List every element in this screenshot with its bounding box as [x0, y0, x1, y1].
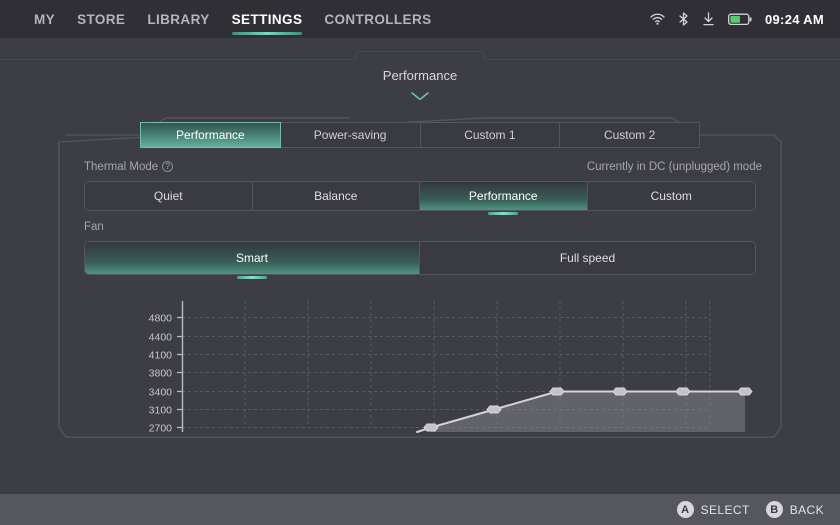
panel-content: Thermal Mode? Currently in DC (unplugged… — [56, 117, 784, 444]
thermal-mode-label: Thermal Mode? — [84, 161, 174, 173]
selected-indicator — [488, 212, 519, 215]
fan-curve-chart[interactable]: 4800 4400 4100 3800 3400 3100 2700 — [76, 295, 776, 440]
bluetooth-icon — [678, 12, 689, 26]
thermal-mode-label-text: Thermal Mode — [84, 161, 159, 173]
nav-active-underline — [231, 32, 303, 35]
settings-panel: Thermal Mode? Currently in DC (unplugged… — [56, 117, 784, 444]
chart-point — [675, 387, 691, 396]
tab-custom-1[interactable]: Custom 1 — [420, 122, 561, 148]
option-label: Full speed — [559, 251, 616, 265]
hint-label: BACK — [789, 502, 824, 517]
option-label: Smart — [235, 251, 268, 265]
y-tick-label: 3800 — [149, 368, 173, 380]
help-circle-icon[interactable]: ? — [162, 161, 174, 172]
fan-label: Fan — [84, 221, 104, 233]
button-a-icon: A — [676, 501, 694, 518]
y-tick-label: 4800 — [149, 313, 173, 325]
y-tick-label: 3100 — [149, 405, 173, 417]
status-tray: 09:24 AM — [650, 12, 824, 27]
hint-select[interactable]: A SELECT — [676, 501, 750, 518]
nav-item-controllers[interactable]: CONTROLLERS — [324, 0, 431, 38]
nav-item-label: STORE — [77, 11, 126, 27]
chart-point — [612, 387, 628, 396]
chart-point — [549, 387, 565, 396]
page-title: Performance — [382, 68, 458, 83]
wifi-icon — [650, 13, 665, 25]
nav-item-my[interactable]: MY — [34, 0, 55, 38]
y-tick-label: 3400 — [149, 387, 173, 399]
tab-label: Performance — [176, 128, 245, 142]
chart-point — [486, 405, 502, 414]
page-header: Performance — [0, 38, 840, 101]
y-tick-label: 2700 — [149, 423, 173, 435]
fan-option-full-speed[interactable]: Full speed — [420, 242, 755, 274]
option-label: Performance — [468, 189, 538, 203]
selected-indicator — [237, 276, 267, 279]
header-tab-shape — [355, 51, 485, 60]
fan-mode-selector: Smart Full speed — [84, 241, 756, 279]
y-tick-label: 4400 — [149, 332, 173, 344]
option-label: Quiet — [153, 189, 183, 203]
chart-y-tick-labels: 4800 4400 4100 3800 3400 3100 2700 — [149, 313, 173, 435]
thermal-option-performance[interactable]: Performance — [420, 182, 588, 215]
tab-power-saving[interactable]: Power-saving — [280, 122, 421, 148]
main-nav: MY STORE LIBRARY SETTINGS CONTROLLERS — [34, 0, 432, 38]
chart-point — [737, 387, 753, 396]
clock-label: 09:24 AM — [765, 11, 824, 27]
nav-item-library[interactable]: LIBRARY — [147, 0, 209, 38]
y-tick-label: 4100 — [149, 350, 173, 362]
thermal-option-balance[interactable]: Balance — [253, 182, 420, 210]
profile-tab-strip: Performance Power-saving Custom 1 Custom… — [140, 122, 700, 148]
nav-item-label: LIBRARY — [147, 11, 210, 27]
tab-custom-2[interactable]: Custom 2 — [560, 122, 700, 148]
tab-label: Custom 1 — [464, 128, 516, 142]
button-b-icon: B — [765, 501, 783, 518]
nav-item-label: SETTINGS — [231, 11, 303, 27]
nav-item-settings[interactable]: SETTINGS — [231, 0, 303, 38]
thermal-option-quiet[interactable]: Quiet — [85, 182, 253, 210]
tab-label: Power-saving — [313, 128, 387, 142]
chart-area-fill — [431, 391, 745, 432]
thermal-option-custom[interactable]: Custom — [588, 182, 756, 210]
download-icon — [702, 12, 715, 26]
option-label: Custom — [650, 189, 692, 203]
option-label: Balance — [314, 189, 358, 203]
tab-label: Custom 2 — [603, 128, 656, 142]
top-navigation-bar: MY STORE LIBRARY SETTINGS CONTROLLERS 09… — [0, 0, 840, 38]
thermal-mode-selector: Quiet Balance Performance Custom — [84, 181, 756, 215]
nav-item-label: MY — [34, 11, 56, 27]
power-mode-note: Currently in DC (unplugged) mode — [586, 161, 762, 173]
nav-item-label: CONTROLLERS — [324, 11, 432, 27]
hint-back[interactable]: B BACK — [765, 501, 824, 518]
hint-label: SELECT — [700, 502, 750, 517]
app-root: MY STORE LIBRARY SETTINGS CONTROLLERS 09… — [0, 0, 840, 525]
battery-icon — [728, 13, 752, 26]
bottom-action-bar: A SELECT B BACK — [0, 494, 840, 525]
chevron-down-icon[interactable] — [410, 88, 430, 106]
chart-point — [423, 423, 439, 432]
nav-item-store[interactable]: STORE — [77, 0, 125, 38]
fan-option-smart[interactable]: Smart — [85, 242, 420, 279]
tab-performance[interactable]: Performance — [140, 122, 281, 148]
